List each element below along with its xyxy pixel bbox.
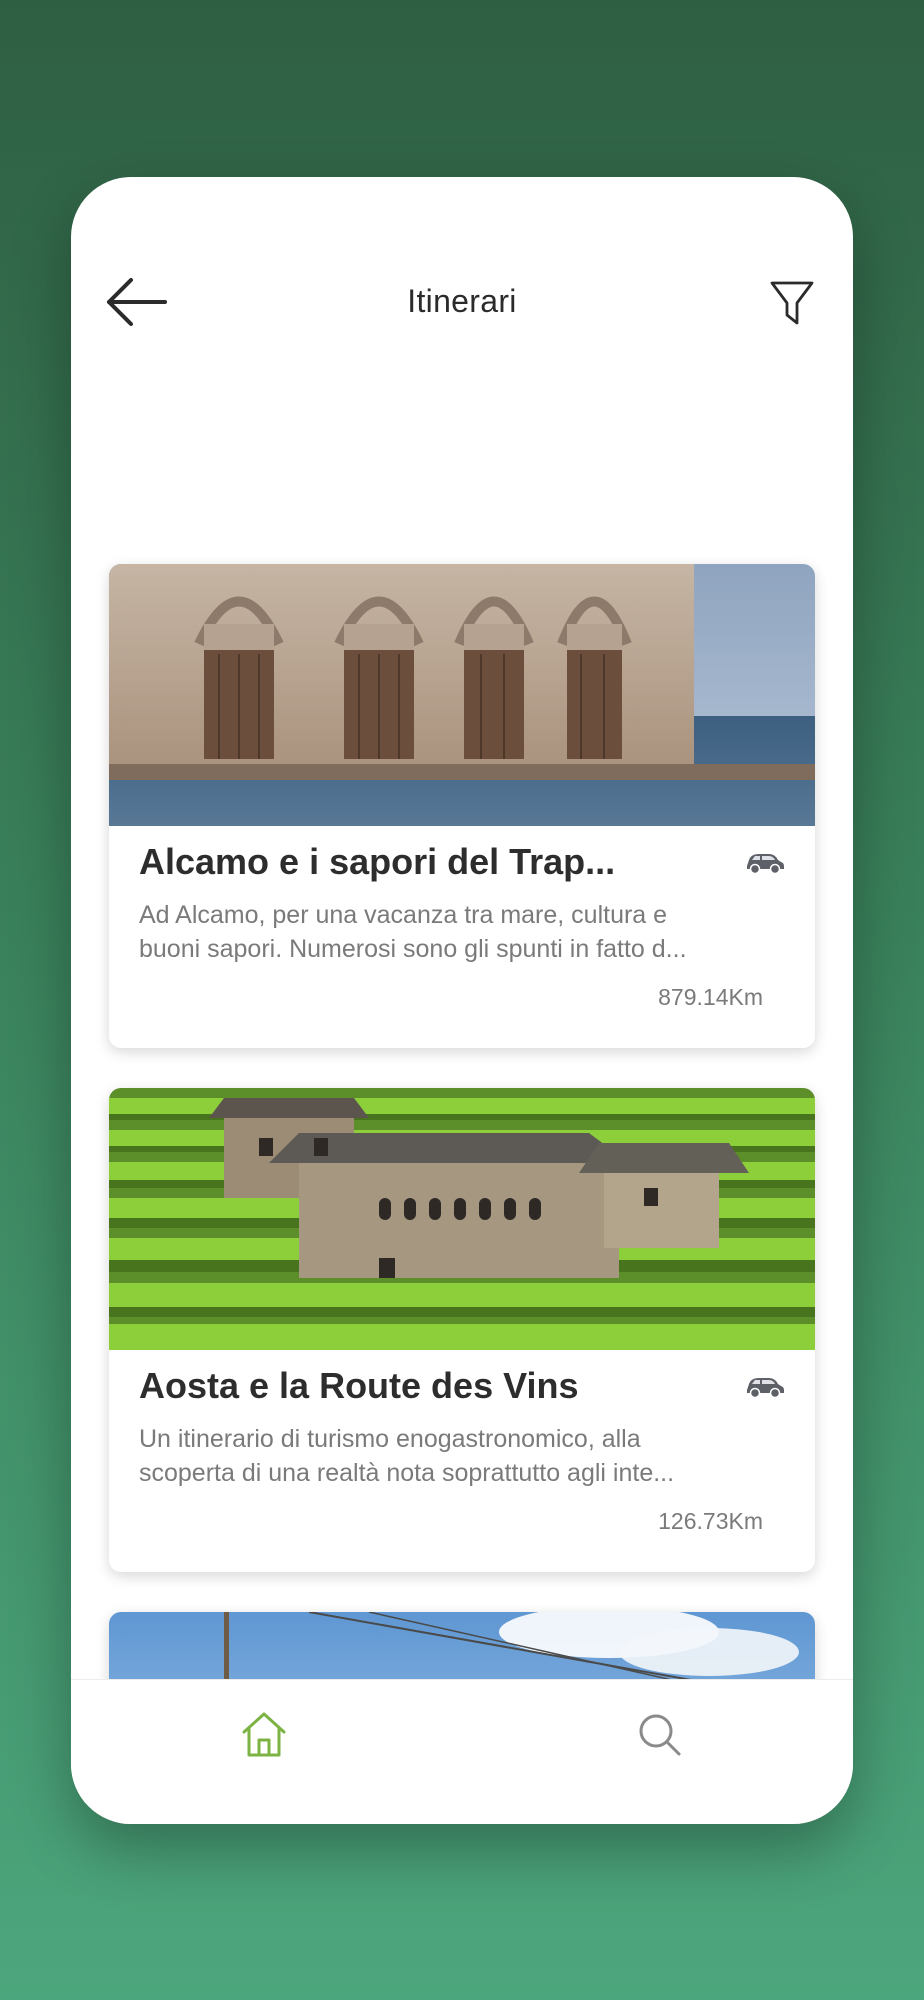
itinerary-description: Ad Alcamo, per una vacanza tra mare, cul… bbox=[139, 898, 785, 966]
vineyard-village-image bbox=[109, 1088, 815, 1350]
home-icon bbox=[242, 1712, 286, 1757]
filter-funnel-icon bbox=[770, 281, 814, 325]
search-icon bbox=[639, 1714, 681, 1756]
car-icon bbox=[747, 854, 784, 875]
itinerary-image bbox=[109, 1088, 815, 1350]
itinerary-distance: 126.73Km bbox=[658, 1508, 763, 1534]
itinerary-image bbox=[109, 564, 815, 826]
itinerary-card-body: Alcamo e i sapori del Trap... Ad Alcamo,… bbox=[109, 826, 815, 1048]
itinerary-title: Aosta e la Route des Vins bbox=[139, 1365, 579, 1406]
filter-button[interactable] bbox=[767, 275, 817, 329]
itinerary-list[interactable]: Alcamo e i sapori del Trap... Ad Alcamo,… bbox=[71, 387, 853, 1824]
itinerary-description-line: Ad Alcamo, per una vacanza tra mare, cul… bbox=[139, 901, 668, 929]
seaside-arches-image bbox=[109, 564, 815, 826]
nav-search-button[interactable] bbox=[633, 1708, 687, 1762]
phone-screen: Itinerari Alcamo e i sapori del Trap... … bbox=[71, 177, 853, 1824]
itinerary-title: Alcamo e i sapori del Trap... bbox=[139, 841, 616, 882]
car-icon bbox=[747, 1378, 784, 1399]
itinerary-description: Un itinerario di turismo enogastronomico… bbox=[139, 1422, 785, 1490]
itinerary-card[interactable]: Alcamo e i sapori del Trap... Ad Alcamo,… bbox=[109, 564, 815, 1048]
nav-home-button[interactable] bbox=[237, 1708, 291, 1762]
itinerary-distance: 879.14Km bbox=[658, 984, 763, 1010]
bottom-navigation bbox=[71, 1679, 853, 1824]
itinerary-card[interactable]: Aosta e la Route des Vins Un itinerario … bbox=[109, 1088, 815, 1572]
itinerary-card-body: Aosta e la Route des Vins Un itinerario … bbox=[109, 1350, 815, 1572]
page-title: Itinerari bbox=[407, 283, 517, 319]
itinerary-description-line: scoperta di una realtà nota soprattutto … bbox=[139, 1459, 675, 1487]
itinerary-description-line: Un itinerario di turismo enogastronomico… bbox=[139, 1425, 641, 1453]
app-header: Itinerari bbox=[71, 177, 853, 407]
itinerary-description-line: buoni sapori. Numerosi sono gli spunti i… bbox=[139, 935, 687, 963]
